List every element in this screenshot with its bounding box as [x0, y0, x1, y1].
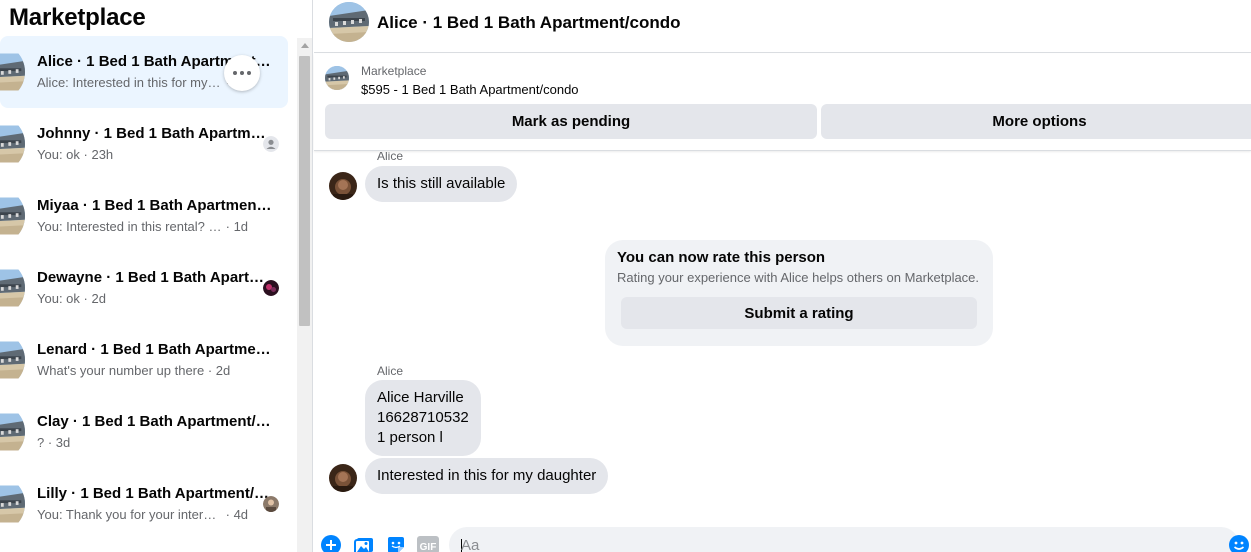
listing-thumbnail: [0, 187, 25, 245]
conversation-item[interactable]: Alice · 1 Bed 1 Bath Apartment/condo Ali…: [0, 36, 288, 108]
conversation-preview: You: ok · 2d: [37, 291, 106, 306]
listing-thumbnail: [0, 43, 25, 101]
rating-prompt: You can now rate this person Rating your…: [605, 240, 993, 346]
more-horizontal-icon: [233, 71, 237, 75]
plus-circle-icon[interactable]: [321, 535, 341, 552]
conversation-item[interactable]: Lilly · 1 Bed 1 Bath Apartment/condo You…: [0, 468, 288, 540]
listing-avatar[interactable]: [329, 2, 369, 42]
conversation-preview: You: Interested in this rental? Please… …: [37, 219, 249, 234]
chat-header: Alice · 1 Bed 1 Bath Apartment/condo: [314, 0, 1251, 53]
gif-icon[interactable]: GIF: [417, 535, 439, 552]
sender-avatar[interactable]: [329, 464, 357, 492]
conversation-item[interactable]: Clay · 1 Bed 1 Bath Apartment/condo ? · …: [0, 396, 288, 468]
listing-thumbnail: [0, 403, 25, 461]
conversation-preview: You: Thank you for your interest … · 4d: [37, 507, 249, 522]
svg-text:GIF: GIF: [420, 542, 437, 552]
sender-avatar[interactable]: [329, 172, 357, 200]
conversation-name: Lilly · 1 Bed 1 Bath Apartment/condo: [37, 485, 272, 502]
message-line: 1 person l: [377, 429, 443, 446]
sender-name: Alice: [377, 152, 404, 163]
user-avatar: [263, 496, 279, 512]
listing-thumbnail: [0, 115, 25, 173]
listing-card: Marketplace $595 - 1 Bed 1 Bath Apartmen…: [314, 54, 1251, 151]
message-thread: Alice Is this still available You can no…: [314, 152, 1251, 524]
conversation-list: Alice · 1 Bed 1 Bath Apartment/condo Ali…: [0, 36, 292, 540]
preview-time: 2d: [91, 291, 106, 306]
rating-title: You can now rate this person: [617, 249, 826, 266]
scrollbar-thumb[interactable]: [299, 56, 310, 326]
chat-panel: Alice · 1 Bed 1 Bath Apartment/condo Mar…: [314, 0, 1251, 552]
user-avatar: [263, 280, 279, 296]
preview-time: 3d: [55, 435, 71, 450]
message-bubble: Is this still available: [365, 166, 518, 202]
conversation-name: Johnny · 1 Bed 1 Bath Apartment/condo: [37, 125, 272, 142]
more-options-button[interactable]: More options: [821, 104, 1251, 139]
preview-time: 23h: [91, 147, 114, 162]
sticker-icon[interactable]: [386, 535, 406, 552]
conversation-preview: What's your number up there · 2d: [37, 363, 231, 378]
listing-thumbnail: [0, 259, 25, 317]
conversation-name: Clay · 1 Bed 1 Bath Apartment/condo: [37, 413, 272, 430]
listing-thumbnail[interactable]: [325, 66, 349, 90]
preview-time: 4d: [233, 507, 249, 522]
conversation-name: Lenard · 1 Bed 1 Bath Apartment/condo: [37, 341, 272, 358]
conversation-item[interactable]: Johnny · 1 Bed 1 Bath Apartment/condo Yo…: [0, 108, 288, 180]
photo-icon[interactable]: [354, 535, 374, 552]
message-line: Alice Harville: [377, 389, 464, 406]
submit-rating-button[interactable]: Submit a rating: [621, 297, 977, 329]
default-avatar-icon: [263, 136, 279, 152]
preview-text: You: Thank you for your interest …: [37, 507, 222, 522]
conversation-name: Miyaa · 1 Bed 1 Bath Apartment/condo: [37, 197, 272, 214]
conversation-preview: You: ok · 23h: [37, 147, 114, 162]
sidebar-scrollbar[interactable]: [297, 38, 312, 552]
conversation-item[interactable]: Dewayne · 1 Bed 1 Bath Apartment/condo Y…: [0, 252, 288, 324]
sidebar: Marketplace Alice · 1 Bed 1 Bath Apartme…: [0, 0, 313, 552]
conversation-name: Dewayne · 1 Bed 1 Bath Apartment/condo: [37, 269, 272, 286]
message-input-box[interactable]: [449, 527, 1239, 552]
preview-time: 1d: [233, 219, 249, 234]
message-bubble: Alice Harville 16628710532 1 person l: [365, 380, 481, 456]
sender-name: Alice: [377, 364, 404, 378]
message-line: 16628710532: [377, 409, 469, 426]
rating-subtitle: Rating your experience with Alice helps …: [617, 270, 980, 285]
listing-thumbnail: [0, 475, 25, 533]
emoji-icon[interactable]: [1229, 535, 1249, 552]
sidebar-title: Marketplace: [9, 4, 146, 31]
preview-text: You: Interested in this rental? Please…: [37, 219, 222, 234]
listing-title[interactable]: $595 - 1 Bed 1 Bath Apartment/condo: [361, 82, 579, 97]
message-bubble: Interested in this for my daughter: [365, 458, 609, 494]
preview-text: You: ok: [37, 291, 80, 306]
preview-time: 2d: [215, 363, 231, 378]
preview-text: Alice: Interested in this for my daughte…: [37, 75, 222, 90]
preview-text: What's your number up there: [37, 363, 205, 378]
mark-as-pending-button[interactable]: Mark as pending: [325, 104, 817, 139]
scroll-up-icon[interactable]: [301, 43, 309, 48]
chat-title[interactable]: Alice · 1 Bed 1 Bath Apartment/condo: [377, 13, 681, 33]
more-options-button[interactable]: [224, 55, 260, 91]
listing-thumbnail: [0, 331, 25, 389]
conversation-preview: ? · 3d: [37, 435, 71, 450]
message-composer: GIF: [314, 524, 1251, 552]
preview-text: You: ok: [37, 147, 80, 162]
message-input[interactable]: [461, 534, 1161, 552]
conversation-item[interactable]: Lenard · 1 Bed 1 Bath Apartment/condo Wh…: [0, 324, 288, 396]
listing-source: Marketplace: [361, 64, 427, 78]
conversation-item[interactable]: Miyaa · 1 Bed 1 Bath Apartment/condo You…: [0, 180, 288, 252]
